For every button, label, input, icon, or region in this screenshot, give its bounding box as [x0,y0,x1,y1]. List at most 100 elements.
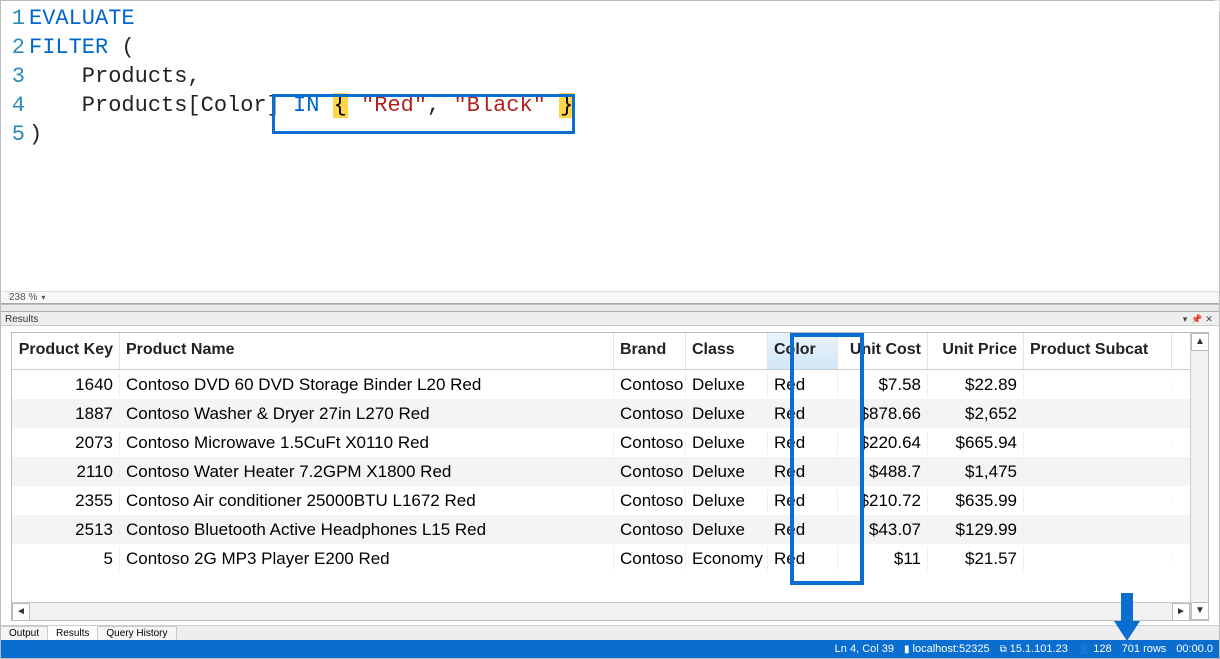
status-version: 15.1.101.23 [1010,643,1068,655]
cell-class: Deluxe [686,373,768,397]
cell-brand: Contoso [614,431,686,455]
cell-color: Red [768,460,838,484]
col-header-color[interactable]: Color [768,333,838,369]
cell-color: Red [768,518,838,542]
panel-menu-icon[interactable]: ▾ [1179,314,1191,324]
vertical-scrollbar[interactable]: ▲ ▼ [1190,333,1208,620]
cell-color: Red [768,547,838,571]
copy-icon: ⧉ [1000,644,1007,655]
zoom-bar[interactable]: 238 % ▾ [1,291,1219,303]
cell-unit-price: $21.57 [928,547,1024,571]
brace-close: } [559,93,574,118]
col-header-brand[interactable]: Brand [614,333,686,369]
line-number: 1 [1,4,25,33]
cell-unit-cost: $11 [838,547,928,571]
tab-results[interactable]: Results [48,626,98,640]
cell-product-subcat [1024,441,1172,445]
cell-product-key: 1640 [12,373,120,397]
user-icon: 👤 [1078,644,1090,655]
status-user: 128 [1093,643,1111,655]
cell-color: Red [768,373,838,397]
tab-output[interactable]: Output [1,626,48,640]
cell-brand: Contoso [614,373,686,397]
grid-body: 1640Contoso DVD 60 DVD Storage Binder L2… [12,370,1190,602]
code-text: ( [108,35,134,60]
table-row[interactable]: 2110Contoso Water Heater 7.2GPM X1800 Re… [12,457,1190,486]
cell-brand: Contoso [614,402,686,426]
col-header-product-key[interactable]: Product Key [12,333,120,369]
code-text: ) [29,122,42,147]
results-panel: Results ▾ 📌 ✕ Product Key Product Name B… [1,312,1219,640]
cell-brand: Contoso [614,518,686,542]
code-text: Products, [29,64,201,89]
code-text: Products[Color] [29,93,293,118]
cell-product-subcat [1024,499,1172,503]
col-header-class[interactable]: Class [686,333,768,369]
cell-unit-cost: $220.64 [838,431,928,455]
cell-brand: Contoso [614,460,686,484]
col-header-unit-price[interactable]: Unit Price [928,333,1024,369]
grid-header-row: Product Key Product Name Brand Class Col… [12,333,1190,370]
status-cursor-pos: Ln 4, Col 39 [835,643,894,655]
tab-query-history[interactable]: Query History [98,626,176,640]
scroll-left-icon[interactable]: ◄ [12,603,30,621]
table-row[interactable]: 5Contoso 2G MP3 Player E200 RedContosoEc… [12,544,1190,573]
scroll-right-icon[interactable]: ► [1172,603,1190,621]
cell-product-key: 2513 [12,518,120,542]
zoom-level: 238 % [9,292,37,303]
splitter[interactable] [1,304,1219,312]
cell-product-key: 1887 [12,402,120,426]
zoom-dropdown-icon[interactable]: ▾ [41,293,45,302]
horizontal-scrollbar[interactable]: ◄ ► [12,602,1190,620]
cell-color: Red [768,431,838,455]
cell-product-key: 2110 [12,460,120,484]
panel-close-icon[interactable]: ✕ [1203,314,1215,324]
cell-product-name: Contoso Washer & Dryer 27in L270 Red [120,402,614,426]
dax-string: "Black" [453,93,545,118]
dax-keyword: IN [293,93,319,118]
results-grid: Product Key Product Name Brand Class Col… [11,332,1209,621]
status-rowcount: 701 rows [1122,643,1167,655]
cell-product-name: Contoso Water Heater 7.2GPM X1800 Red [120,460,614,484]
cell-unit-cost: $210.72 [838,489,928,513]
cell-class: Deluxe [686,518,768,542]
status-time: 00:00.0 [1176,643,1213,655]
table-row[interactable]: 2355Contoso Air conditioner 25000BTU L16… [12,486,1190,515]
results-title: Results [5,314,38,325]
scroll-down-icon[interactable]: ▼ [1191,602,1209,620]
panel-pin-icon[interactable]: 📌 [1191,314,1203,324]
cell-product-key: 2073 [12,431,120,455]
table-row[interactable]: 1640Contoso DVD 60 DVD Storage Binder L2… [12,370,1190,399]
cell-unit-cost: $878.66 [838,402,928,426]
line-number: 3 [1,62,25,91]
cell-product-key: 5 [12,547,120,571]
code-editor[interactable]: 1 2 3 4 5 EVALUATE FILTER ( Products, Pr… [1,1,1219,291]
col-header-product-subcat[interactable]: Product Subcat [1024,333,1172,369]
code-text: , [427,93,453,118]
table-row[interactable]: 1887Contoso Washer & Dryer 27in L270 Red… [12,399,1190,428]
server-icon: ▮ [904,644,910,655]
cell-unit-cost: $488.7 [838,460,928,484]
cell-unit-price: $129.99 [928,518,1024,542]
col-header-unit-cost[interactable]: Unit Cost [838,333,928,369]
cell-brand: Contoso [614,547,686,571]
line-number: 2 [1,33,25,62]
table-row[interactable]: 2513Contoso Bluetooth Active Headphones … [12,515,1190,544]
cell-class: Deluxe [686,460,768,484]
table-row[interactable]: 2073Contoso Microwave 1.5CuFt X0110 RedC… [12,428,1190,457]
cell-color: Red [768,489,838,513]
code-text [319,93,332,118]
code-text [546,93,559,118]
cell-product-name: Contoso 2G MP3 Player E200 Red [120,547,614,571]
cell-unit-price: $665.94 [928,431,1024,455]
scroll-up-icon[interactable]: ▲ [1191,333,1209,351]
cell-product-name: Contoso Microwave 1.5CuFt X0110 Red [120,431,614,455]
cell-color: Red [768,402,838,426]
dax-keyword: EVALUATE [29,6,135,31]
brace-open: { [333,93,348,118]
code-lines: EVALUATE FILTER ( Products, Products[Col… [29,4,574,291]
cell-product-subcat [1024,383,1172,387]
cell-product-key: 2355 [12,489,120,513]
cell-product-subcat [1024,470,1172,474]
col-header-product-name[interactable]: Product Name [120,333,614,369]
